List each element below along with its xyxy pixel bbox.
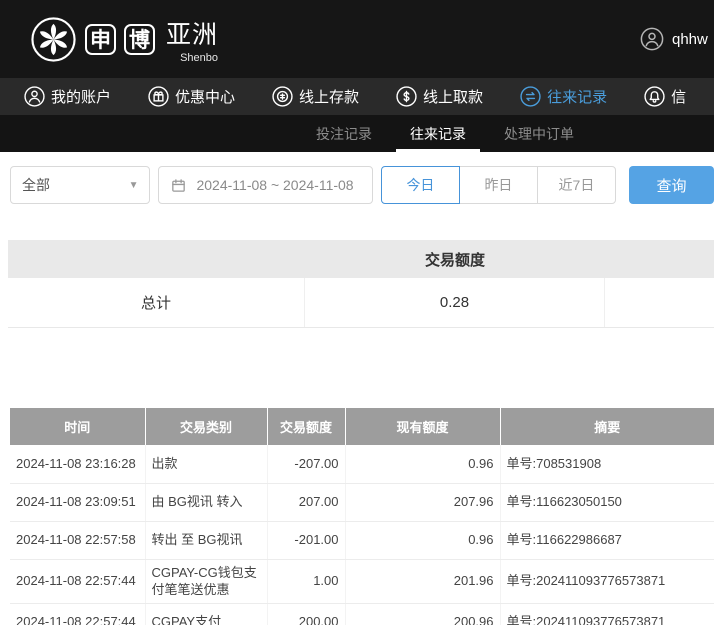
date-range-value: 2024-11-08 ~ 2024-11-08 <box>196 177 353 193</box>
brand-region-block: 亚洲 Shenbo <box>166 15 218 64</box>
table-row: 2024-11-08 22:57:44 CGPAY-CG钱包支付笔笔送优惠 1.… <box>10 559 714 603</box>
cell-memo: 单号:202411093776573871 <box>500 603 714 625</box>
withdraw-dollar-icon <box>396 86 417 107</box>
cell-amount: 1.00 <box>267 559 345 603</box>
cell-type: 转出 至 BG视讯 <box>145 521 267 559</box>
nav-label: 往来记录 <box>547 86 607 107</box>
brand-char-bo: 博 <box>124 24 155 55</box>
nav-label: 线上存款 <box>299 86 359 107</box>
summary-table: 交易额度 总计 0.28 <box>8 240 714 328</box>
cell-memo: 单号:116623050150 <box>500 483 714 521</box>
summary-header-row: 交易额度 <box>8 240 714 278</box>
user-avatar-icon <box>640 27 664 51</box>
top-header: 申 博 亚洲 Shenbo qhhw <box>0 0 714 78</box>
tab-label: 投注记录 <box>316 124 372 144</box>
cell-memo: 单号:116622986687 <box>500 521 714 559</box>
records-header-row: 时间 交易类别 交易额度 现有额度 摘要 <box>10 408 714 445</box>
table-row: 2024-11-08 23:09:51 由 BG视讯 转入 207.00 207… <box>10 483 714 521</box>
gift-icon <box>148 86 169 107</box>
cell-balance: 0.96 <box>345 445 500 483</box>
cell-memo: 单号:708531908 <box>500 445 714 483</box>
nav-item-messages[interactable]: 信 <box>644 86 686 107</box>
nav-label: 优惠中心 <box>175 86 235 107</box>
nav-label: 信 <box>671 86 686 107</box>
nav-label: 线上取款 <box>423 86 483 107</box>
nav-item-transfer-records[interactable]: 往来记录 <box>520 86 607 107</box>
cell-type: 由 BG视讯 转入 <box>145 483 267 521</box>
type-select[interactable]: 全部 ▼ <box>10 166 150 204</box>
today-button[interactable]: 今日 <box>381 166 460 204</box>
transfer-records-icon <box>520 86 541 107</box>
cell-balance: 200.96 <box>345 603 500 625</box>
cell-time: 2024-11-08 22:57:44 <box>10 559 145 603</box>
cell-type: 出款 <box>145 445 267 483</box>
cell-memo: 单号:202411093776573871 <box>500 559 714 603</box>
brand-region-label: 亚洲 <box>166 15 218 51</box>
records-table: 时间 交易类别 交易额度 现有额度 摘要 2024-11-08 23:16:28… <box>10 408 714 625</box>
records-section: 时间 交易类别 交易额度 现有额度 摘要 2024-11-08 23:16:28… <box>10 408 714 625</box>
tab-bet-records[interactable]: 投注记录 <box>302 115 386 152</box>
tab-label: 往来记录 <box>410 124 466 144</box>
cell-type: CGPAY支付 <box>145 603 267 625</box>
summary-empty-cell <box>605 278 714 327</box>
brand-logo[interactable]: 申 博 亚洲 Shenbo <box>30 15 218 64</box>
table-row: 2024-11-08 23:16:28 出款 -207.00 0.96 单号:7… <box>10 445 714 483</box>
nav-item-promotions[interactable]: 优惠中心 <box>148 86 235 107</box>
nav-label: 我的账户 <box>51 86 111 107</box>
nav-item-withdraw[interactable]: 线上取款 <box>396 86 483 107</box>
cell-balance: 201.96 <box>345 559 500 603</box>
col-header-type: 交易类别 <box>145 408 267 445</box>
col-header-time: 时间 <box>10 408 145 445</box>
table-row: 2024-11-08 22:57:58 转出 至 BG视讯 -201.00 0.… <box>10 521 714 559</box>
cell-time: 2024-11-08 23:16:28 <box>10 445 145 483</box>
cell-amount: -207.00 <box>267 445 345 483</box>
username: qhhw <box>672 31 708 48</box>
yesterday-button[interactable]: 昨日 <box>459 166 538 204</box>
cell-time: 2024-11-08 23:09:51 <box>10 483 145 521</box>
cell-amount: 200.00 <box>267 603 345 625</box>
main-nav: 我的账户 优惠中心 线上存款 线上取款 往来记录 <box>0 78 714 115</box>
cell-amount: -201.00 <box>267 521 345 559</box>
user-area[interactable]: qhhw <box>640 27 708 51</box>
cell-balance: 0.96 <box>345 521 500 559</box>
filter-bar: 全部 ▼ 2024-11-08 ~ 2024-11-08 今日 昨日 近7日 查… <box>10 166 714 204</box>
summary-header-amount: 交易额度 <box>305 240 605 278</box>
tab-transfer-records[interactable]: 往来记录 <box>396 115 480 152</box>
summary-total-row: 总计 0.28 <box>8 278 714 328</box>
brand-char-shen: 申 <box>85 24 116 55</box>
col-header-balance: 现有额度 <box>345 408 500 445</box>
record-tabs: 投注记录 往来记录 处理中订单 <box>0 115 714 152</box>
cell-balance: 207.96 <box>345 483 500 521</box>
tab-label: 处理中订单 <box>504 124 574 144</box>
quick-date-buttons: 今日 昨日 近7日 <box>381 166 616 204</box>
bell-icon <box>644 86 665 107</box>
summary-header-spacer-right <box>605 240 714 278</box>
summary-total-label: 总计 <box>8 278 305 327</box>
col-header-amount: 交易额度 <box>267 408 345 445</box>
col-header-memo: 摘要 <box>500 408 714 445</box>
nav-item-deposit[interactable]: 线上存款 <box>272 86 359 107</box>
cell-time: 2024-11-08 22:57:44 <box>10 603 145 625</box>
nav-item-my-account[interactable]: 我的账户 <box>24 86 111 107</box>
last7days-button[interactable]: 近7日 <box>537 166 616 204</box>
date-range-input[interactable]: 2024-11-08 ~ 2024-11-08 <box>158 166 372 204</box>
search-button[interactable]: 查询 <box>629 166 714 204</box>
chevron-down-icon: ▼ <box>129 180 139 191</box>
summary-total-value: 0.28 <box>305 278 605 327</box>
cell-time: 2024-11-08 22:57:58 <box>10 521 145 559</box>
user-icon <box>24 86 45 107</box>
type-select-value: 全部 <box>22 175 50 195</box>
deposit-coin-icon <box>272 86 293 107</box>
calendar-icon <box>170 177 187 194</box>
cell-type: CGPAY-CG钱包支付笔笔送优惠 <box>145 559 267 603</box>
brand-subtitle: Shenbo <box>166 52 218 64</box>
flower-logo-icon <box>30 16 77 63</box>
table-row: 2024-11-08 22:57:44 CGPAY支付 200.00 200.9… <box>10 603 714 625</box>
tab-pending-orders[interactable]: 处理中订单 <box>490 115 588 152</box>
cell-amount: 207.00 <box>267 483 345 521</box>
summary-header-spacer <box>8 240 305 278</box>
